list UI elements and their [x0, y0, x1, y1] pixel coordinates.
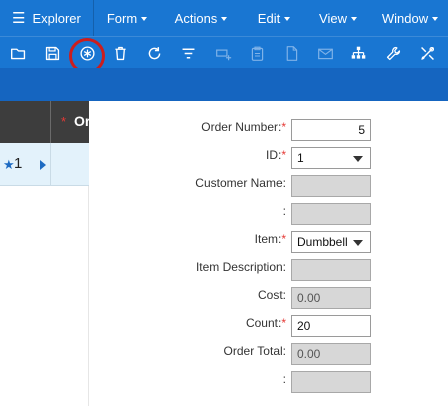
clipboard-button — [245, 41, 269, 65]
menu-bar: ☰ Explorer Form Actions Edit View Window — [0, 0, 448, 36]
hierarchy-icon — [351, 46, 365, 59]
save-icon — [45, 46, 59, 60]
dropdown-arrow-icon — [353, 240, 363, 246]
menu-window-label: Window — [381, 10, 429, 26]
toolbar — [0, 36, 448, 68]
customer-name-label: Customer Name: — [195, 176, 286, 190]
row-number: 1 — [14, 155, 23, 172]
grid-header: * Or — [0, 101, 90, 143]
delete-button[interactable] — [108, 41, 132, 65]
order-number-label: Order Number:* — [201, 120, 286, 134]
star-icon: ★ — [3, 157, 15, 172]
chevron-down-icon — [221, 16, 228, 21]
required-marker: * — [61, 114, 67, 129]
document-icon — [286, 45, 297, 61]
dropdown-arrow-icon — [353, 156, 363, 162]
menu-view-label: View — [319, 10, 347, 26]
order-number-field[interactable]: 5 — [291, 119, 371, 141]
count-field[interactable]: 20 — [291, 315, 371, 337]
tools-icon — [420, 46, 434, 60]
save-button[interactable] — [40, 41, 64, 65]
wrench-button[interactable] — [381, 41, 405, 65]
record-grid: * Or ★ 1 — [0, 101, 90, 406]
id-label: ID:* — [265, 148, 286, 162]
menu-view[interactable]: View — [306, 0, 370, 36]
id-select[interactable]: 1 — [291, 147, 371, 169]
header-band — [0, 68, 448, 101]
item-label: Item:* — [254, 232, 286, 246]
hamburger-icon: ☰ — [12, 9, 26, 27]
chevron-down-icon — [350, 16, 357, 21]
explorer-menu-button[interactable]: ☰ Explorer — [0, 0, 94, 36]
folder-open-icon — [10, 48, 25, 59]
column-divider — [50, 101, 51, 143]
chevron-down-icon — [141, 16, 148, 21]
tools-button[interactable] — [415, 41, 439, 65]
menu-edit[interactable]: Edit — [244, 0, 304, 36]
document-button — [279, 41, 303, 65]
menu-actions[interactable]: Actions — [160, 0, 242, 36]
unnamed-field-1 — [291, 203, 371, 225]
menu-window[interactable]: Window — [372, 0, 448, 36]
add-row-icon — [215, 49, 231, 60]
grid-empty-area — [0, 186, 89, 406]
unnamed-field-1-label: : — [282, 204, 286, 218]
chevron-down-icon — [432, 16, 439, 21]
explorer-label: Explorer — [32, 10, 81, 26]
menu-actions-label: Actions — [174, 10, 218, 26]
email-icon — [317, 48, 333, 59]
hierarchy-button[interactable] — [346, 41, 370, 65]
filter-icon — [182, 48, 194, 58]
add-row-button — [211, 41, 235, 65]
row-indicator-icon — [40, 160, 46, 170]
clipboard-icon — [251, 46, 263, 61]
wrench-icon — [386, 46, 400, 60]
refresh-button[interactable] — [142, 41, 166, 65]
open-button[interactable] — [6, 41, 30, 65]
column-divider — [50, 143, 51, 186]
count-label: Count:* — [245, 316, 286, 330]
email-button — [313, 41, 337, 65]
refresh-icon — [148, 46, 160, 59]
order-total-field: 0.00 — [291, 343, 371, 365]
unnamed-field-2 — [291, 371, 371, 393]
menu-edit-label: Edit — [257, 10, 281, 26]
item-description-label: Item Description: — [195, 260, 286, 274]
item-description-field — [291, 259, 371, 281]
menu-form[interactable]: Form — [96, 0, 158, 36]
unnamed-field-2-label: : — [282, 372, 286, 386]
cost-label: Cost: — [257, 288, 286, 302]
customer-name-field — [291, 175, 371, 197]
menu-form-label: Form — [106, 10, 138, 26]
order-total-label: Order Total: — [223, 344, 286, 358]
delete-icon — [114, 46, 126, 60]
table-row[interactable]: ★ 1 — [0, 143, 89, 186]
chevron-down-icon — [284, 16, 291, 21]
filter-button[interactable] — [176, 41, 200, 65]
item-select[interactable]: Dumbbell — [291, 231, 371, 253]
cost-field: 0.00 — [291, 287, 371, 309]
